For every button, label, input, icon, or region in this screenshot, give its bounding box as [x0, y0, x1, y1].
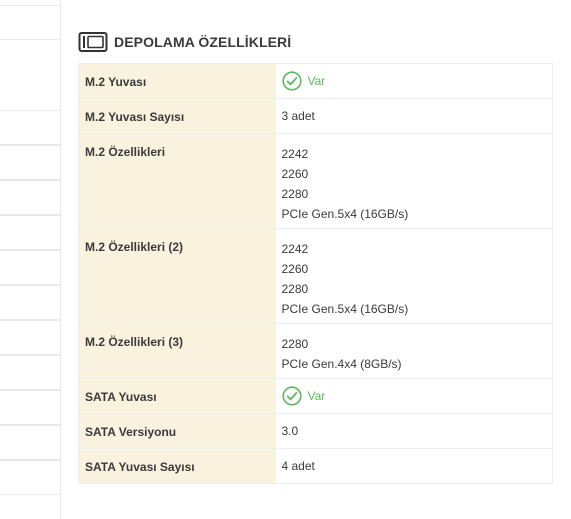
- sidebar-row[interactable]: [0, 180, 61, 215]
- table-row: M.2 Yuvası Sayısı 3 adet: [78, 98, 553, 134]
- spec-value: 4 adet: [281, 459, 315, 473]
- sidebar-row[interactable]: [0, 250, 61, 285]
- table-row: SATA Yuvası Var: [78, 378, 553, 414]
- spec-value-line: 2280: [281, 337, 309, 351]
- sidebar-row[interactable]: [0, 320, 61, 355]
- spec-value-line: 2242: [281, 147, 309, 161]
- spec-label: M.2 Özellikleri: [85, 145, 166, 159]
- spec-label: M.2 Özellikleri (3): [85, 335, 184, 349]
- section-title: DEPOLAMA ÖZELLİKLERİ: [114, 34, 292, 50]
- spec-label: M.2 Yuvası Sayısı: [85, 110, 185, 124]
- spec-label: SATA Yuvası Sayısı: [85, 460, 195, 474]
- spec-value-line: 2242: [281, 242, 309, 256]
- spec-label: SATA Versiyonu: [85, 425, 177, 439]
- sidebar-row[interactable]: [0, 215, 61, 250]
- table-row: M.2 Özellikleri 2242 2260 2280 PCIe Gen.…: [78, 133, 553, 229]
- spec-label: SATA Yuvası: [85, 390, 157, 404]
- sidebar-row[interactable]: [0, 425, 61, 460]
- table-row: SATA Yuvası Sayısı 4 adet: [78, 448, 553, 484]
- table-row: M.2 Özellikleri (3) 2280 PCIe Gen.4x4 (8…: [78, 323, 553, 379]
- specs-table: M.2 Yuvası Var M.2 Yuvası Sayısı 3 adet …: [78, 63, 553, 484]
- sidebar-row[interactable]: [0, 390, 61, 425]
- table-row: SATA Versiyonu 3.0: [78, 413, 553, 449]
- sidebar-row[interactable]: [0, 110, 61, 145]
- check-circle-icon: [281, 71, 302, 91]
- spec-value: 3.0: [281, 424, 299, 438]
- sidebar-row[interactable]: [0, 355, 61, 390]
- spec-label: M.2 Özellikleri (2): [85, 240, 184, 254]
- sidebar-row[interactable]: [0, 5, 61, 40]
- spec-value-line: 2280: [281, 187, 309, 201]
- spec-value-line: PCIe Gen.4x4 (8GB/s): [281, 357, 402, 371]
- spec-value: 3 adet: [281, 109, 315, 123]
- sidebar-row[interactable]: [0, 285, 61, 320]
- sidebar-row[interactable]: [0, 460, 61, 495]
- left-sidebar: [0, 0, 61, 519]
- spec-value: Var: [307, 389, 326, 403]
- spec-value-line: 2280: [281, 282, 309, 296]
- table-row: M.2 Özellikleri (2) 2242 2260 2280 PCIe …: [78, 228, 553, 324]
- section-header: DEPOLAMA ÖZELLİKLERİ: [78, 28, 553, 56]
- spec-label: M.2 Yuvası: [85, 75, 147, 89]
- spec-value-line: PCIe Gen.5x4 (16GB/s): [281, 207, 409, 221]
- table-row: M.2 Yuvası Var: [78, 63, 553, 99]
- storage-specs-section: DEPOLAMA ÖZELLİKLERİ M.2 Yuvası Var M.2 …: [78, 28, 553, 484]
- ssd-drive-icon: [78, 32, 108, 52]
- spec-value-line: PCIe Gen.5x4 (16GB/s): [281, 302, 409, 316]
- spec-value: Var: [307, 74, 326, 88]
- sidebar-row[interactable]: [0, 145, 61, 180]
- check-circle-icon: [281, 386, 302, 406]
- spec-value-line: 2260: [281, 262, 309, 276]
- spec-value-line: 2260: [281, 167, 309, 181]
